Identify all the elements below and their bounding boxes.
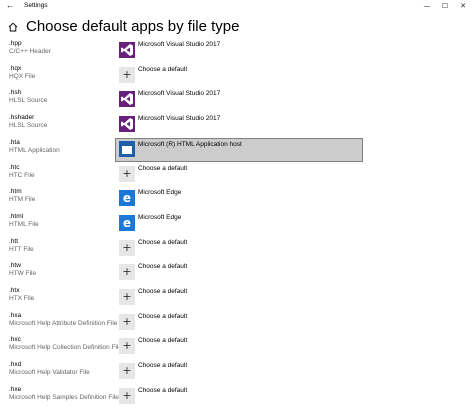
default-app-label: Choose a default	[138, 387, 188, 394]
default-app-button[interactable]: + Choose a default	[116, 361, 364, 383]
default-app-button[interactable]: e Microsoft Edge	[116, 188, 364, 210]
default-app-label: Choose a default	[138, 362, 188, 369]
file-extension: .hxa	[9, 312, 22, 319]
default-app-label: Microsoft Visual Studio 2017	[138, 115, 221, 122]
file-type-description: HTML File	[9, 221, 39, 228]
default-app-button[interactable]: + Choose a default	[116, 238, 364, 260]
file-type-description: HTC File	[9, 172, 35, 179]
default-app-label: Microsoft Edge	[138, 214, 182, 221]
file-extension: .htm	[9, 188, 22, 195]
default-app-label: Choose a default	[138, 66, 188, 73]
file-extension: .hqx	[9, 65, 22, 72]
default-app-label: Choose a default	[138, 263, 188, 270]
file-type-row: .hsh HLSL Source Microsoft Visual Studio 2…	[0, 89, 474, 113]
default-app-button[interactable]: Microsoft (R) HTML Application host	[115, 138, 363, 162]
plus-icon: +	[119, 67, 135, 83]
file-type-description: Microsoft Help Collection Definition Fil…	[9, 344, 123, 351]
file-type-row: .hshader HLSL Source Microsoft Visual Stud…	[0, 114, 474, 138]
file-type-description: Microsoft Help Attribute Definition File	[9, 320, 118, 327]
close-button[interactable]: ✕	[456, 0, 470, 12]
default-app-button[interactable]: + Choose a default	[116, 65, 364, 87]
file-extension: .htw	[9, 262, 21, 269]
page-title: Choose default apps by file type	[26, 18, 240, 35]
home-icon[interactable]	[8, 22, 18, 32]
file-type-row: .htc HTC File + Choose a default	[0, 164, 474, 188]
file-extension: .hxc	[9, 336, 21, 343]
file-type-description: HTM File	[9, 196, 36, 203]
file-type-description: Microsoft Help Validator File	[9, 369, 90, 376]
file-extension: .hxd	[9, 361, 22, 368]
file-type-row: .hqx HQX File + Choose a default	[0, 65, 474, 89]
file-extension: .hshader	[9, 114, 35, 121]
plus-icon: +	[119, 264, 135, 280]
file-type-description: HTX File	[9, 295, 35, 302]
file-type-row: .hxd Microsoft Help Validator File + Choose…	[0, 361, 474, 385]
plus-icon: +	[119, 289, 135, 305]
visual-studio-icon	[119, 91, 135, 107]
file-extension: .htc	[9, 164, 20, 171]
default-app-button[interactable]: Microsoft Visual Studio 2017	[116, 40, 364, 62]
file-type-row: .hpp C/C++ Header Microsoft Visual Studio …	[0, 40, 474, 64]
file-type-row: .htx HTX File + Choose a default	[0, 287, 474, 311]
file-extension: .hta	[9, 139, 20, 146]
back-arrow-icon[interactable]: ←	[4, 1, 16, 11]
file-type-description: C/C++ Header	[9, 48, 51, 55]
default-app-button[interactable]: + Choose a default	[116, 262, 364, 284]
default-app-label: Choose a default	[138, 313, 188, 320]
default-app-label: Microsoft Visual Studio 2017	[138, 41, 221, 48]
plus-icon: +	[119, 388, 135, 404]
plus-icon: +	[119, 166, 135, 182]
file-type-row: .hta HTML Application Microsoft (R) HTML A…	[0, 138, 474, 163]
title-bar: ← Settings — ☐ ✕	[0, 0, 474, 12]
default-app-label: Choose a default	[138, 337, 188, 344]
default-app-label: Choose a default	[138, 239, 188, 246]
default-app-label: Choose a default	[138, 165, 188, 172]
plus-icon: +	[119, 314, 135, 330]
file-extension: .htx	[9, 287, 20, 294]
file-type-description: HTW File	[9, 270, 37, 277]
file-extension: .html	[9, 213, 24, 220]
default-app-button[interactable]: + Choose a default	[116, 312, 364, 334]
file-type-description: Microsoft Help Samples Definition File	[9, 394, 119, 401]
file-type-row: .htt HTT File + Choose a default	[0, 238, 474, 262]
default-app-label: Microsoft (R) HTML Application host	[138, 141, 242, 148]
file-type-row: .html HTML File e Microsoft Edge	[0, 213, 474, 237]
visual-studio-icon	[119, 116, 135, 132]
html-application-icon	[119, 141, 135, 157]
file-type-row: .hxa Microsoft Help Attribute Definition …	[0, 312, 474, 336]
file-type-row: .htm HTM File e Microsoft Edge	[0, 188, 474, 212]
file-type-description: HTML Application	[9, 147, 60, 154]
file-extension: .htt	[9, 238, 19, 245]
default-app-label: Microsoft Visual Studio 2017	[138, 90, 221, 97]
minimize-button[interactable]: —	[420, 0, 434, 12]
plus-icon: +	[119, 240, 135, 256]
window-title: Settings	[24, 2, 48, 9]
file-type-description: HQX File	[9, 73, 36, 80]
file-type-description: HLSL Source	[9, 122, 48, 129]
plus-icon: +	[119, 338, 135, 354]
file-type-row: .hxe Microsoft Help Samples Definition Fi…	[0, 386, 474, 410]
edge-icon: e	[119, 190, 135, 206]
default-app-button[interactable]: + Choose a default	[116, 336, 364, 358]
default-app-button[interactable]: e Microsoft Edge	[116, 213, 364, 235]
file-type-description: HLSL Source	[9, 97, 48, 104]
edge-icon: e	[119, 215, 135, 231]
default-app-label: Microsoft Edge	[138, 189, 182, 196]
file-type-row: .htw HTW File + Choose a default	[0, 262, 474, 286]
default-app-button[interactable]: Microsoft Visual Studio 2017	[116, 114, 364, 136]
file-type-row: .hxc Microsoft Help Collection Definition…	[0, 336, 474, 360]
default-app-button[interactable]: + Choose a default	[116, 164, 364, 186]
default-app-button[interactable]: + Choose a default	[116, 287, 364, 309]
default-app-button[interactable]: Microsoft Visual Studio 2017	[116, 89, 364, 111]
file-extension: .hsh	[9, 89, 22, 96]
default-app-button[interactable]: + Choose a default	[116, 386, 364, 408]
visual-studio-icon	[119, 42, 135, 58]
file-extension: .hxe	[9, 386, 22, 393]
default-app-label: Choose a default	[138, 288, 188, 295]
plus-icon: +	[119, 363, 135, 379]
maximize-button[interactable]: ☐	[438, 0, 452, 12]
file-type-description: HTT File	[9, 246, 34, 253]
file-extension: .hpp	[9, 40, 22, 47]
